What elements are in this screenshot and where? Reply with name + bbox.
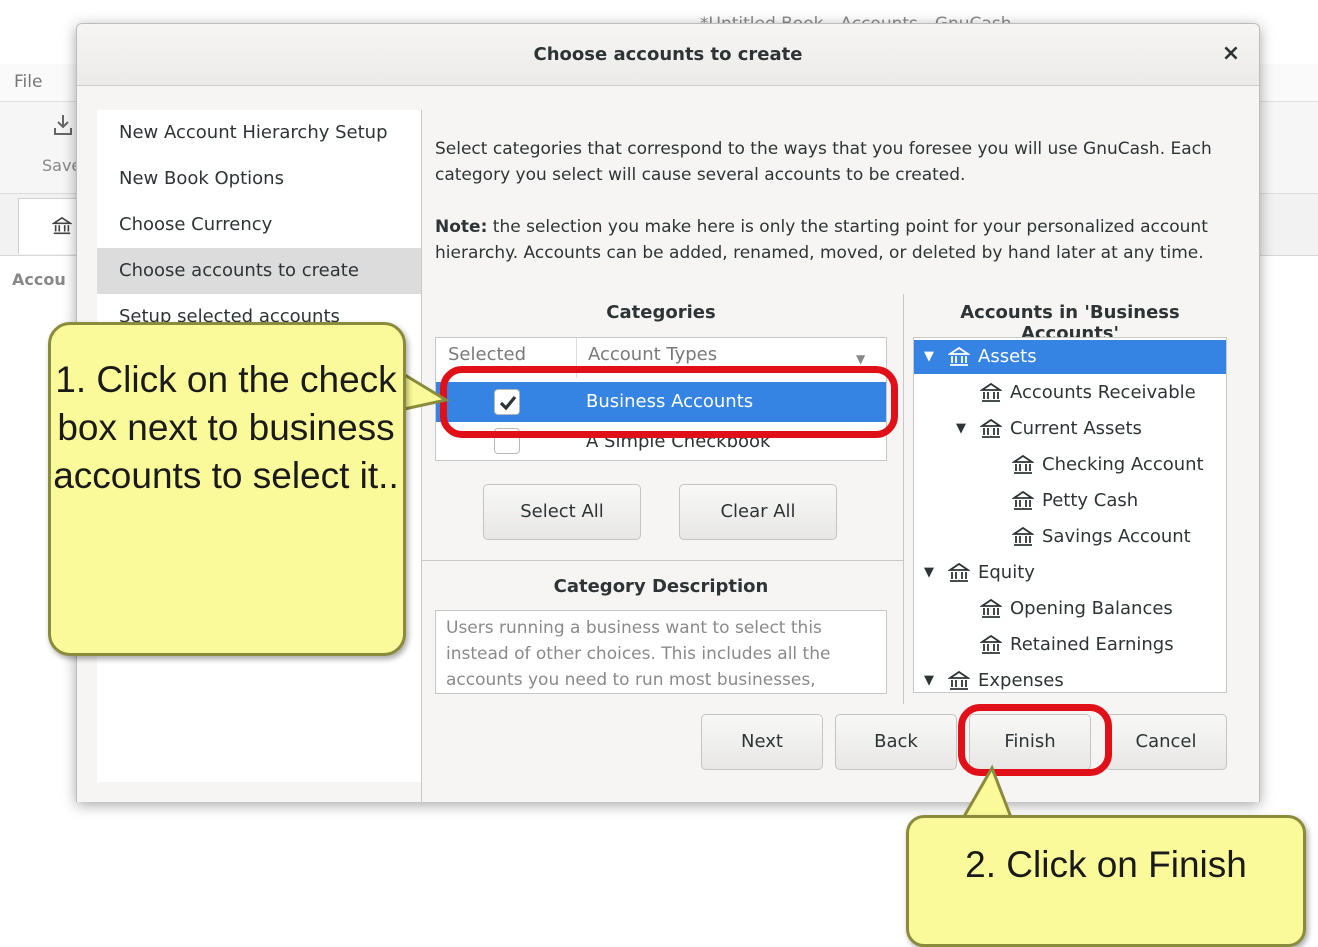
screen: *Untitled Book - Accounts - GnuCash File… (0, 0, 1318, 947)
callout-step-2-text: 2. Click on Finish (965, 844, 1247, 885)
callout-step-1-text: 1. Click on the check box next to busine… (53, 359, 399, 496)
